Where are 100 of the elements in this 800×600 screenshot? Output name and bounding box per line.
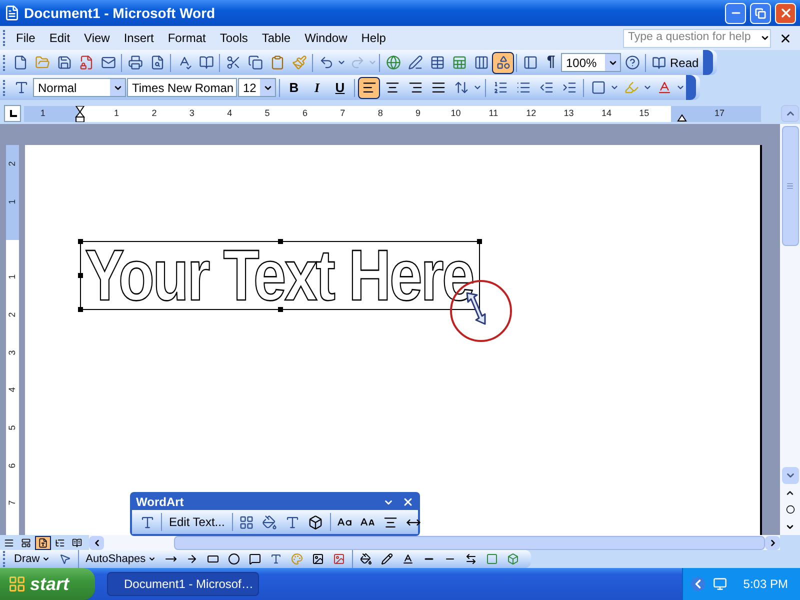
ruler-number: 2 (6, 161, 18, 166)
line-color-icon[interactable] (380, 553, 393, 565)
italic-button[interactable]: I (306, 78, 328, 98)
restore-button[interactable] (750, 2, 771, 24)
scroll-thumb[interactable] (782, 126, 798, 246)
bold-button[interactable]: B (283, 78, 305, 98)
selection-handle[interactable] (78, 307, 83, 312)
ruler-number: 7 (6, 500, 18, 506)
view-icon (21, 538, 31, 548)
selection-handle[interactable] (78, 239, 83, 244)
ruler-number: 12 (526, 106, 536, 120)
ruler-number: 1 (40, 106, 46, 120)
ruler-number: 15 (639, 106, 650, 120)
indent-marker-icon (75, 106, 85, 122)
wordart-icon[interactable] (270, 553, 282, 565)
view-icon (72, 538, 82, 548)
close-button[interactable] (775, 2, 796, 24)
wordart-text: Your Text Here (85, 245, 474, 307)
rectangle-icon[interactable] (206, 553, 219, 565)
shadow-icon[interactable] (486, 553, 498, 565)
menu-item[interactable]: File (9, 29, 42, 47)
3d-style-icon[interactable] (506, 553, 519, 565)
selection-handle[interactable] (278, 239, 283, 244)
autoshapes-menu-button[interactable]: AutoShapes (82, 550, 160, 568)
ruler-number: 1 (114, 106, 120, 120)
menu-item[interactable]: Format (160, 29, 213, 47)
picture-icon[interactable] (332, 553, 345, 565)
edit-text-button[interactable]: Edit Text... (165, 513, 229, 531)
toolbar-options-button[interactable] (686, 75, 696, 100)
ruler-number: 7 (340, 106, 346, 120)
scroll-down-button[interactable] (782, 467, 798, 484)
show-hidden-icons-icon[interactable] (691, 577, 706, 591)
grip-icon (786, 182, 794, 190)
tab-selector[interactable] (4, 105, 21, 122)
close-icon (778, 6, 792, 20)
circle-icon (786, 505, 794, 514)
ruler-number: 6 (302, 106, 308, 120)
menu-item[interactable]: Window (298, 29, 354, 47)
select-objects-icon[interactable] (58, 553, 71, 565)
menu-item[interactable]: Insert (116, 29, 161, 47)
ruler-number: 5 (264, 106, 270, 120)
close-icon[interactable] (779, 32, 792, 44)
scroll-left-button[interactable] (89, 536, 104, 550)
ruler-number: 3 (6, 350, 18, 355)
ruler-number: 6 (6, 462, 18, 468)
ruler-number: 4 (227, 106, 232, 120)
ruler-number: 5 (6, 425, 18, 430)
arrow-icon[interactable] (186, 553, 198, 565)
clock: 5:03 PM (743, 576, 788, 593)
arrow-style-icon[interactable] (464, 553, 477, 565)
ruler-number: 17 (714, 106, 725, 120)
ruler-number: 2 (6, 312, 18, 318)
style-combo[interactable]: Normal (33, 78, 126, 97)
ruler-number: 9 (416, 106, 421, 120)
ruler-number: 11 (488, 106, 498, 120)
view-icon (4, 538, 14, 548)
minimize-button[interactable] (725, 2, 746, 24)
selection-handle[interactable] (477, 239, 482, 244)
scroll-up-button[interactable] (781, 105, 799, 122)
font-color-icon[interactable] (402, 553, 414, 565)
clip-art-icon[interactable] (312, 553, 324, 565)
toolbar-options-button[interactable] (702, 50, 713, 75)
ruler-number: 1 (6, 274, 18, 280)
draw-menu-button[interactable]: Draw (10, 550, 54, 568)
selection-handle[interactable] (278, 307, 283, 312)
fill-color-icon[interactable] (360, 553, 372, 565)
ruler-number: 4 (6, 387, 18, 392)
underline-button[interactable]: U (329, 78, 351, 98)
restore-icon (755, 8, 766, 18)
ruler-number: 1 (6, 199, 18, 204)
book-icon (652, 56, 666, 70)
font-combo[interactable]: Times New Roman (127, 78, 237, 97)
toolbar-title: WordArt (136, 494, 185, 511)
zoom-combo[interactable]: 100% (561, 53, 621, 72)
oval-icon[interactable] (228, 553, 240, 565)
left-tab-icon (8, 110, 16, 118)
menu-item[interactable]: Help (354, 29, 393, 47)
view-button[interactable] (35, 536, 51, 550)
help-search-field[interactable]: Type a question for help (623, 28, 771, 48)
window-title: Document1 - Microsoft Word (24, 4, 216, 22)
ruler-number: 2 (152, 106, 157, 120)
scroll-thumb[interactable] (174, 536, 765, 550)
selection-handle[interactable] (78, 273, 83, 278)
menu-item[interactable]: Table (254, 29, 298, 47)
menu-item[interactable]: Tools (212, 29, 255, 47)
font-size-combo[interactable]: 12 (238, 78, 276, 97)
network-icon[interactable] (713, 577, 728, 591)
text-box-icon[interactable] (248, 553, 261, 565)
taskbar-window-button[interactable]: Document1 - Microsof… (107, 572, 259, 596)
start-button[interactable]: start (0, 568, 95, 600)
view-icon (38, 538, 48, 548)
menu-item[interactable]: View (77, 29, 117, 47)
read-button[interactable]: Read (648, 52, 703, 74)
view-icon (55, 538, 65, 548)
alignment-icon[interactable] (358, 76, 380, 98)
scroll-right-button[interactable] (765, 536, 780, 550)
menu-item[interactable]: Edit (42, 29, 78, 47)
show-formatting-button[interactable]: ¶ (541, 51, 561, 74)
ruler-number: 3 (189, 106, 194, 120)
drawing-icon[interactable] (492, 52, 514, 74)
